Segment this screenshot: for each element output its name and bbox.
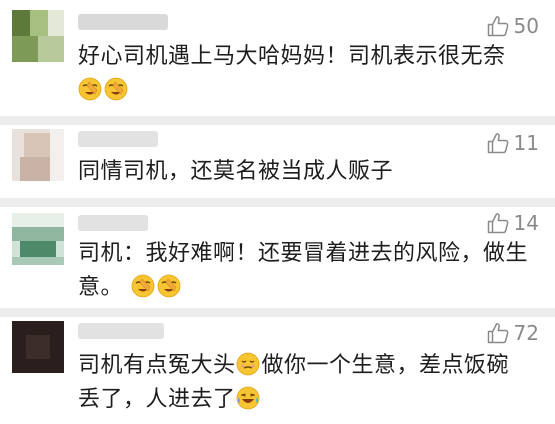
avatar[interactable]	[12, 129, 64, 181]
comment-text: 司机有点冤大头 做你一个生意，差点饭碗 丢了，人进去了	[78, 352, 510, 412]
like-count: 50	[513, 14, 539, 38]
like-count: 11	[513, 131, 539, 155]
like-button[interactable]: 11	[486, 131, 539, 155]
comment-item: 50 好心司机遇上马大哈妈妈！司机表示很无奈	[0, 0, 555, 116]
username-blurred[interactable]	[78, 131, 158, 147]
avatar[interactable]	[12, 10, 64, 62]
username-blurred[interactable]	[78, 215, 148, 231]
comment-item: 14 司机：我好难啊！还要冒着进去的风险，做生 意。	[0, 207, 555, 308]
username-blurred[interactable]	[78, 14, 168, 30]
thumbs-up-icon	[486, 211, 510, 235]
smirk-emoji-icon	[236, 352, 260, 376]
like-count: 72	[513, 321, 539, 345]
comment-text: 司机：我好难啊！还要冒着进去的风险，做生 意。	[78, 241, 529, 300]
comment-text: 同情司机，还莫名被当成人贩子	[78, 159, 394, 184]
avatar[interactable]	[12, 213, 64, 265]
divider	[0, 308, 555, 317]
laugh-cry-emoji-icon	[236, 386, 260, 410]
facepalm-emoji-icon	[157, 274, 181, 298]
thumbs-up-icon	[486, 321, 510, 345]
divider	[0, 198, 555, 207]
thumbs-up-icon	[486, 131, 510, 155]
like-button[interactable]: 50	[486, 14, 539, 38]
avatar[interactable]	[12, 321, 64, 373]
comment-item: 72 司机有点冤大头 做你一个生意，差点饭碗 丢了，人进去了	[0, 317, 555, 424]
divider	[0, 116, 555, 125]
like-button[interactable]: 14	[486, 211, 539, 235]
comment-item: 11 同情司机，还莫名被当成人贩子	[0, 125, 555, 198]
like-count: 14	[513, 211, 539, 235]
username-blurred[interactable]	[78, 323, 164, 339]
facepalm-emoji-icon	[131, 274, 155, 298]
facepalm-emoji-icon	[104, 77, 128, 101]
facepalm-emoji-icon	[78, 77, 102, 101]
comment-text: 好心司机遇上马大哈妈妈！司机表示很无奈	[78, 40, 537, 108]
thumbs-up-icon	[486, 14, 510, 38]
like-button[interactable]: 72	[486, 321, 539, 345]
